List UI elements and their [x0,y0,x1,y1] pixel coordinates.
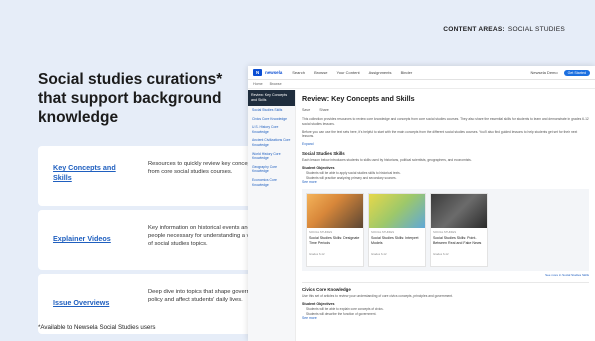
divider [302,282,589,284]
sidebar-item[interactable]: Geography Core Knowledge [248,163,295,176]
share-button[interactable]: Share [319,108,329,112]
nav-search[interactable]: Search [292,70,305,75]
section-description: Use this set of articles to review your … [302,294,453,299]
sidebar-item-active[interactable]: Review: Key Concepts and Skills [248,90,295,106]
section-title: Social Studies Skills [302,151,345,157]
lesson-title: Social Studies Skills: Designate Time Pe… [309,236,360,246]
get-started-button[interactable]: Get Started [563,69,590,76]
intro-text: This collection provides resources to re… [302,117,589,126]
content-area-label: CONTENT AREAS: [443,26,505,33]
breadcrumb-home[interactable]: Home [253,82,263,86]
collection-main: Review: Key Concepts and Skills Save Sha… [302,94,589,341]
sidebar-item[interactable]: U.S. History Core Knowledge [248,123,295,136]
save-button[interactable]: Save [302,108,310,112]
expand-link[interactable]: Expand [302,142,589,146]
sidebar-item[interactable]: Social Studies Skills [248,106,295,115]
headline: Social studies curations* that support b… [38,71,223,126]
lesson-level: Grades 6-12 [371,252,387,257]
page-title: Review: Key Concepts and Skills [302,94,415,103]
newsela-logo[interactable]: N [253,69,263,76]
lesson-title: Social Studies Skills: Point-Between Rea… [433,236,482,246]
see-all-link[interactable]: See more in Social Studies Skills [302,273,589,277]
lesson-card[interactable]: SOCIAL STUDIES Social Studies Skills: In… [368,193,426,268]
nav-your-content[interactable]: Your Content [336,70,359,75]
sidebar-item[interactable]: Economics Core Knowledge [248,176,295,189]
explainer-videos-link[interactable]: Explainer Videos [53,234,135,244]
breadcrumb-browse[interactable]: Browse [270,82,282,86]
lesson-thumbnail [431,194,487,229]
lesson-level: Grades 6-12 [433,252,449,257]
user-menu[interactable]: Newsela Demo Get Started [530,69,590,76]
see-more-link[interactable]: See more [302,180,589,184]
content-area-value: SOCIAL STUDIES [507,26,565,33]
user-label: Newsela Demo [530,70,558,75]
lesson-carousel: SOCIAL STUDIES Social Studies Skills: De… [302,189,589,272]
lesson-thumbnail [369,194,425,229]
nav-assignments[interactable]: Assignments [369,70,392,75]
lesson-title: Social Studies Skills: Interpret Models [371,236,419,246]
toolbar: Save Share [302,108,589,112]
lesson-card[interactable]: SOCIAL STUDIES Social Studies Skills: Po… [430,193,488,268]
product-screenshot: N newsela Search Browse Your Content Ass… [248,66,595,341]
lesson-level: Grades 6-12 [309,252,325,257]
objectives-label: Student Objectives [302,301,335,306]
intro-text-2: Before you can use the text sets here, i… [302,129,578,139]
section-description: Each lesson below introduces students to… [302,158,472,163]
nav-binder[interactable]: Binder [401,70,413,75]
issue-overviews-link[interactable]: Issue Overviews [53,298,135,308]
breadcrumb: Home Browse [248,80,595,89]
card-key-concepts: Key Concepts and Skills Resources to qui… [38,146,270,206]
brand-name: newsela [265,70,283,75]
app-topbar: N newsela Search Browse Your Content Ass… [248,66,595,80]
sidebar-item[interactable]: Civics Core Knowledge [248,115,295,124]
nav-browse[interactable]: Browse [314,70,327,75]
section-title: Civics Core Knowledge [302,287,351,293]
lesson-card[interactable]: SOCIAL STUDIES Social Studies Skills: De… [306,193,364,268]
footnote: *Available to Newsela Social Studies use… [38,324,156,331]
card-explainer-videos: Explainer Videos Key information on hist… [38,210,270,270]
lesson-thumbnail [307,194,363,229]
top-nav: Search Browse Your Content Assignments B… [292,70,420,75]
key-concepts-link[interactable]: Key Concepts and Skills [53,163,135,183]
see-more-link[interactable]: See more [302,316,589,320]
collection-sidebar: Review: Key Concepts and Skills Social S… [248,90,296,341]
sidebar-item[interactable]: Ancient Civilizations Core Knowledge [248,136,295,149]
content-area-tag: CONTENT AREAS: SOCIAL STUDIES [443,26,565,33]
sidebar-item[interactable]: World History Core Knowledge [248,150,295,163]
objectives-label: Student Objectives [302,165,335,170]
